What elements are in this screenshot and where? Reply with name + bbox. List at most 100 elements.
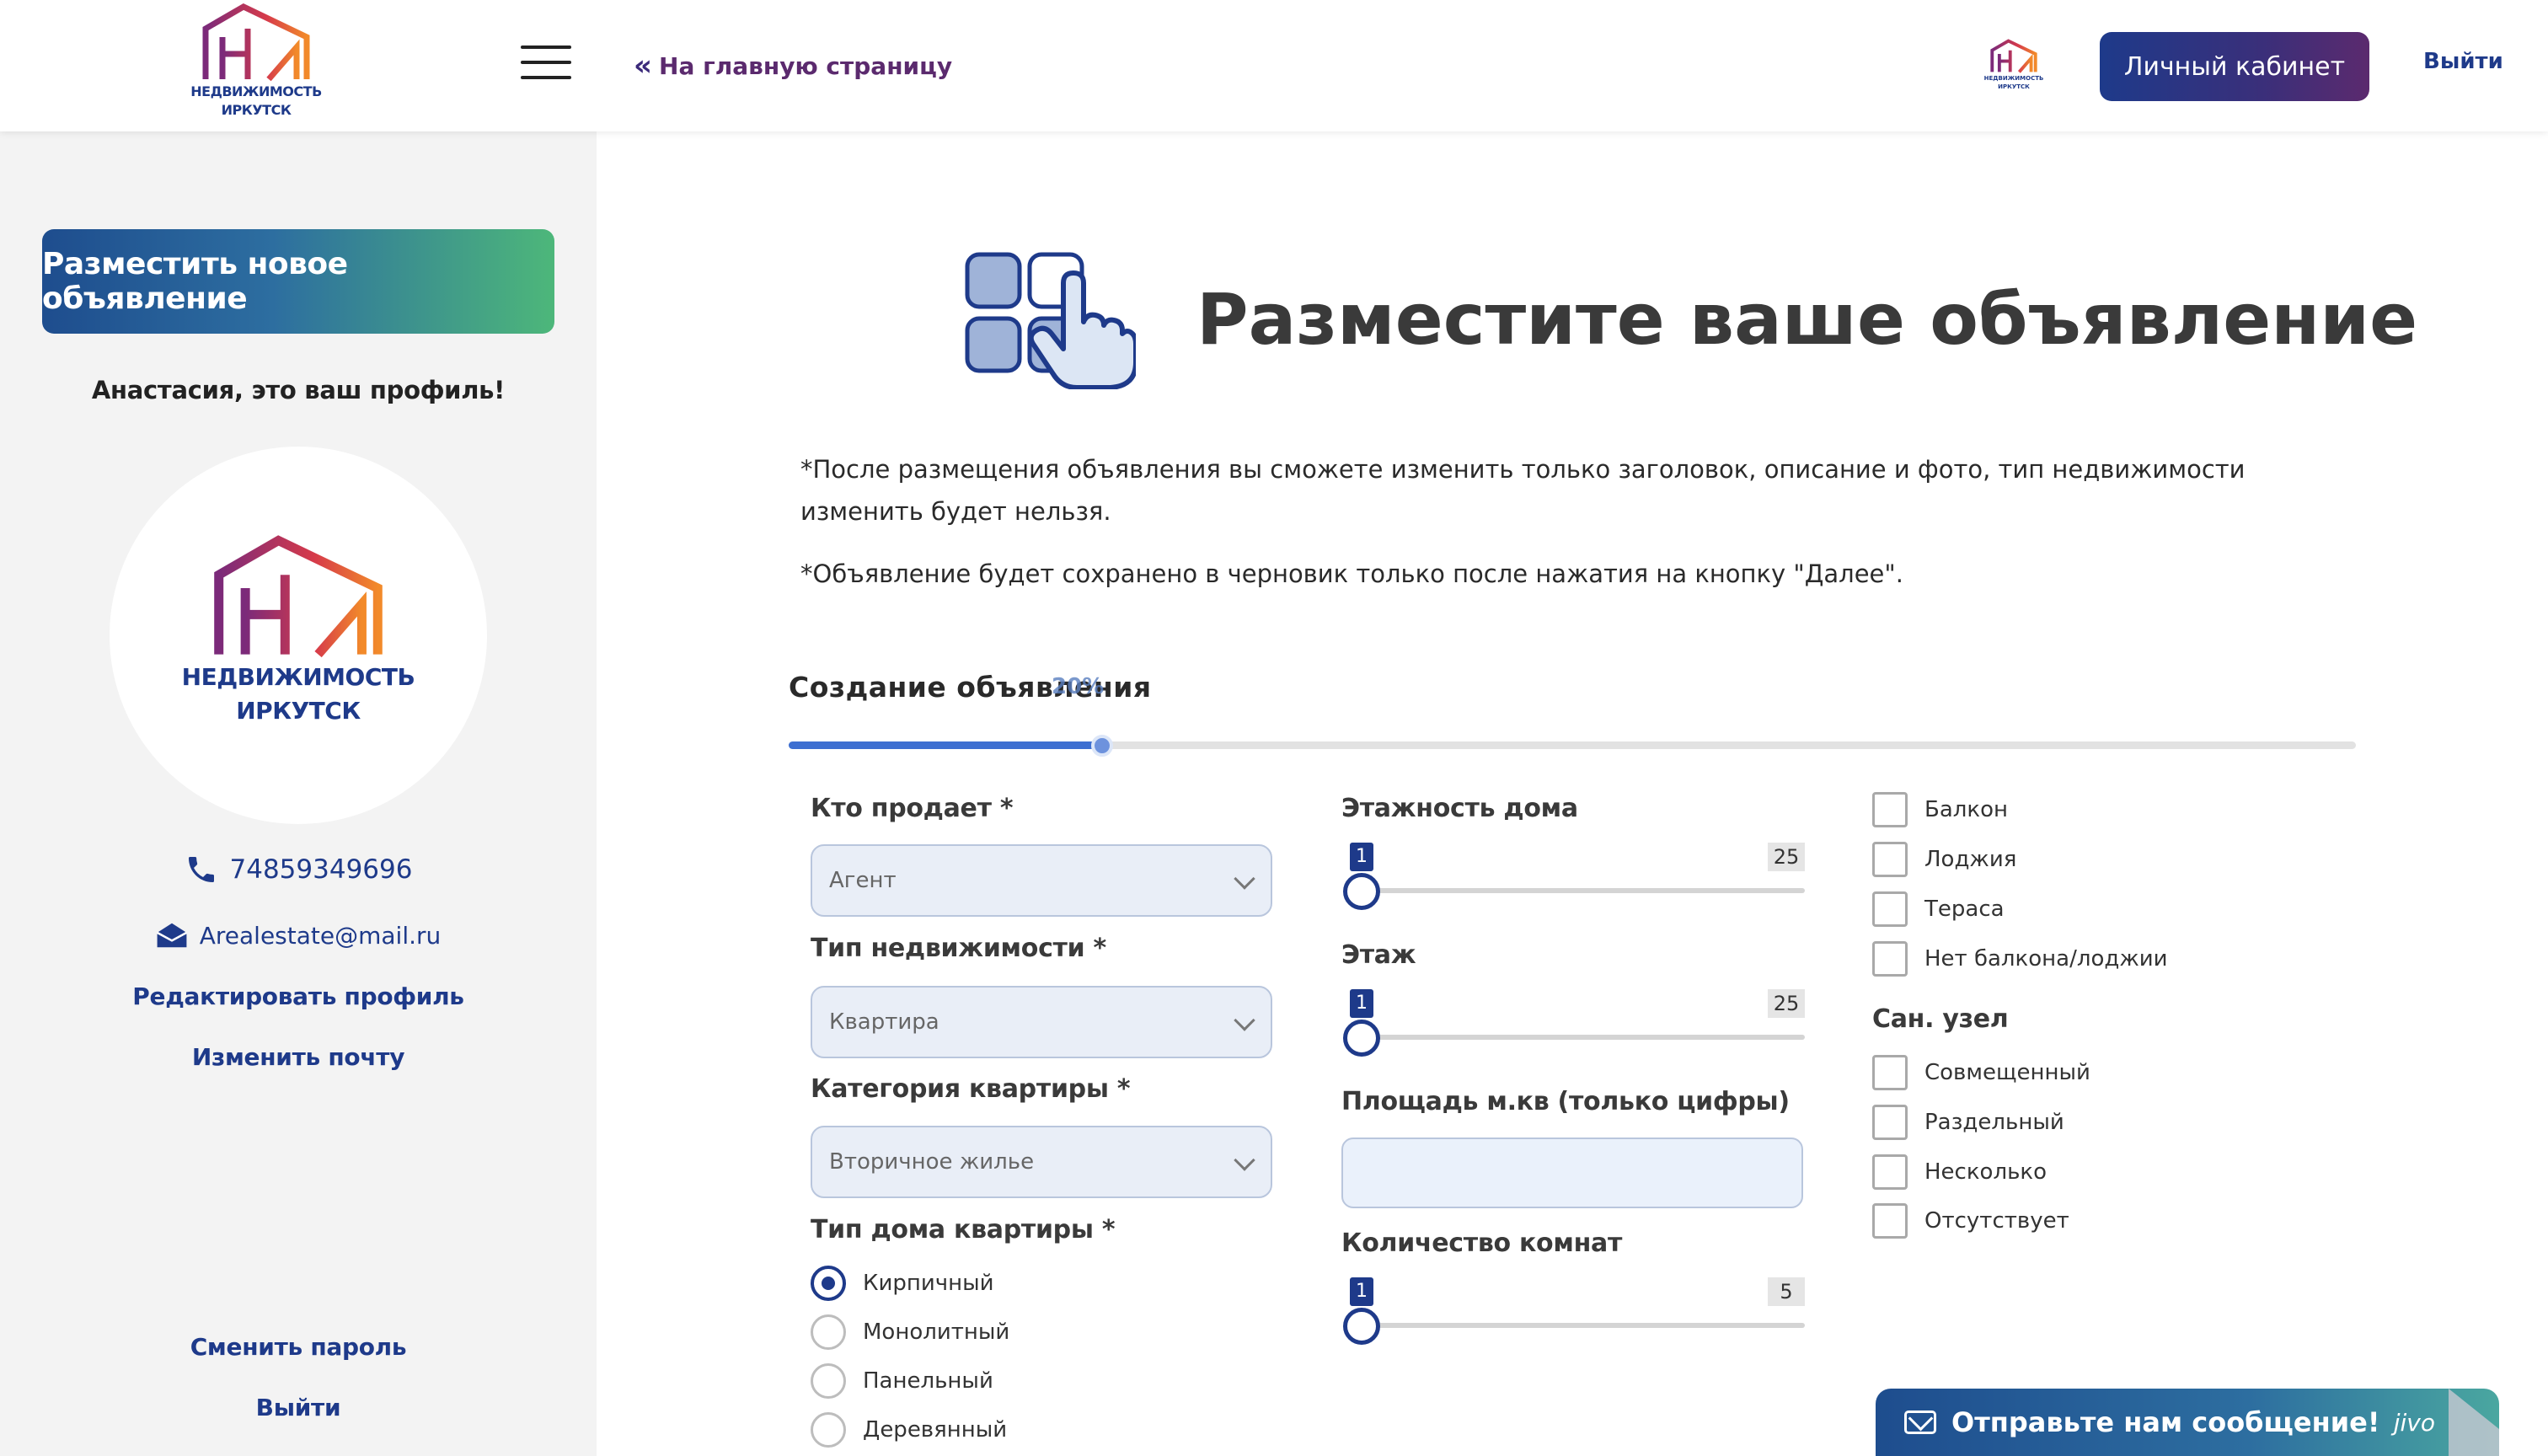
double-chevron-left-icon: ‹‹ [634,49,652,83]
checkbox-label: Отсутствует [1924,1208,2069,1234]
checkbox[interactable] [1872,792,1908,827]
radio-panel[interactable]: Панельный [811,1363,993,1399]
bathroom-label: Сан. узел [1872,1004,2009,1034]
touch-grid-icon [965,252,1136,389]
radio-brick[interactable]: Кирпичный [811,1266,994,1301]
checkbox[interactable] [1872,842,1908,877]
personal-cabinet-button[interactable]: Личный кабинет [2100,32,2369,101]
slider-max-value: 25 [1768,989,1805,1018]
house-type-label: Тип дома квартиры * [811,1215,1116,1245]
floors-label: Этажность дома [1341,794,1578,823]
email-row: Arealestate@mail.ru [0,920,597,950]
checkbox-balcony[interactable]: Балкон [1872,792,2008,827]
seller-label-text: Кто продает [811,794,992,823]
radio-label: Монолитный [863,1320,1010,1345]
slider-max-value: 25 [1768,843,1805,871]
apartment-category-label: Категория квартиры * [811,1074,1131,1104]
note-edit-restrictions: *После размещения объявления вы сможете … [800,455,2246,526]
slider-knob[interactable] [1343,1308,1380,1345]
top-header: НЕДВИЖИМОСТЬ ИРКУТСК ‹‹ На главную стран… [0,0,2548,131]
change-email-link[interactable]: Изменить почту [0,1043,597,1071]
logo-house-icon [202,3,310,82]
small-logo-text: НЕДВИЖИМОСТЬ ИРКУТСК [1984,74,2044,91]
rooms-slider[interactable]: 1 5 [1343,1277,1805,1345]
area-input[interactable] [1341,1138,1803,1208]
slider-max-value: 5 [1768,1277,1805,1306]
home-link-label: На главную страницу [659,51,953,80]
progress-bar [789,735,2356,757]
small-logo-line1: НЕДВИЖИМОСТЬ [1983,75,2044,82]
apartment-category-label-text: Категория квартиры [811,1074,1109,1104]
site-logo[interactable]: НЕДВИЖИМОСТЬ ИРКУТСК [190,3,322,128]
property-type-label-text: Тип недвижимости [811,934,1085,963]
chevron-down-icon [1234,868,1255,890]
slider-rail [1360,888,1805,893]
checkbox[interactable] [1872,1105,1908,1140]
seller-select[interactable]: Агент [811,844,1272,917]
checkbox-label: Лоджия [1924,847,2017,872]
checkbox-several[interactable]: Несколько [1872,1154,2047,1190]
slider-min-value: 1 [1350,1277,1373,1306]
property-type-label: Тип недвижимости * [811,934,1106,963]
checkbox-loggia[interactable]: Лоджия [1872,842,2016,877]
phone-icon [188,857,214,882]
header-logout-link[interactable]: Выйти [2423,49,2503,74]
chat-widget-button[interactable]: Отправьте нам сообщение! jivo [1876,1389,2499,1456]
radio-button[interactable] [811,1266,846,1301]
small-logo-line2: ИРКУТСК [1998,83,2030,90]
house-type-label-text: Тип дома квартиры [811,1215,1094,1245]
radio-monolithic[interactable]: Монолитный [811,1314,1009,1350]
radio-label: Деревянный [863,1417,1008,1443]
floor-slider[interactable]: 1 25 [1343,989,1805,1057]
checkbox-terrace[interactable]: Тераса [1872,891,2005,927]
phone-number[interactable]: 74859349696 [230,854,413,885]
checkbox[interactable] [1872,1055,1908,1090]
checkbox-label: Балкон [1924,797,2008,822]
apartment-category-select-value: Вторичное жилье [829,1149,1035,1175]
page-fold-icon [2449,1389,2499,1456]
slider-min-value: 1 [1350,843,1373,871]
checkbox-label: Несколько [1924,1159,2048,1185]
radio-label: Кирпичный [863,1271,994,1296]
envelope-icon [1904,1410,1936,1434]
profile-greeting: Анастасия, это ваш профиль! [91,376,506,404]
post-new-ad-button[interactable]: Разместить новое объявление [42,229,554,334]
change-password-link[interactable]: Сменить пароль [0,1333,597,1361]
checkbox[interactable] [1872,1154,1908,1190]
radio-wooden[interactable]: Деревянный [811,1412,1007,1448]
area-label: Площадь м.кв (только цифры) [1341,1087,1790,1116]
checkbox-no-balcony[interactable]: Нет балкона/лоджии [1872,941,2168,977]
floor-label: Этаж [1341,940,1416,970]
rooms-label: Количество комнат [1341,1228,1623,1258]
checkbox-label: Совмещенный [1924,1060,2090,1085]
checkbox[interactable] [1872,891,1908,927]
edit-profile-link[interactable]: Редактировать профиль [0,982,597,1010]
floors-slider[interactable]: 1 25 [1343,843,1805,910]
slider-knob[interactable] [1343,873,1380,910]
home-link[interactable]: ‹‹ На главную страницу [634,47,952,84]
radio-button[interactable] [811,1314,846,1350]
sidebar-logout-link[interactable]: Выйти [0,1394,597,1421]
checkbox[interactable] [1872,941,1908,977]
radio-button[interactable] [811,1412,846,1448]
small-logo-house-icon [1990,39,2037,73]
apartment-category-select[interactable]: Вторичное жилье [811,1126,1272,1198]
logo-line1: НЕДВИЖИМОСТЬ [190,83,322,99]
slider-min-value: 1 [1350,989,1373,1018]
checkbox-label: Раздельный [1924,1110,2064,1135]
seller-label: Кто продает * [811,794,1014,823]
small-logo[interactable]: НЕДВИЖИМОСТЬ ИРКУТСК [1984,39,2044,96]
checkbox-combined[interactable]: Совмещенный [1872,1055,2090,1090]
slider-knob[interactable] [1343,1020,1380,1057]
checkbox-separate[interactable]: Раздельный [1872,1105,2064,1140]
progress-fill [789,741,1102,749]
hamburger-menu-icon[interactable] [521,46,571,79]
seller-select-value: Агент [829,868,897,893]
email-address[interactable]: Arealestate@mail.ru [200,922,442,950]
checkbox[interactable] [1872,1203,1908,1239]
checkbox-label: Тераса [1924,897,2005,922]
avatar-line2: ИРКУТСК [236,697,361,725]
checkbox-none[interactable]: Отсутствует [1872,1203,2069,1239]
radio-button[interactable] [811,1363,846,1399]
property-type-select[interactable]: Квартира [811,986,1272,1058]
